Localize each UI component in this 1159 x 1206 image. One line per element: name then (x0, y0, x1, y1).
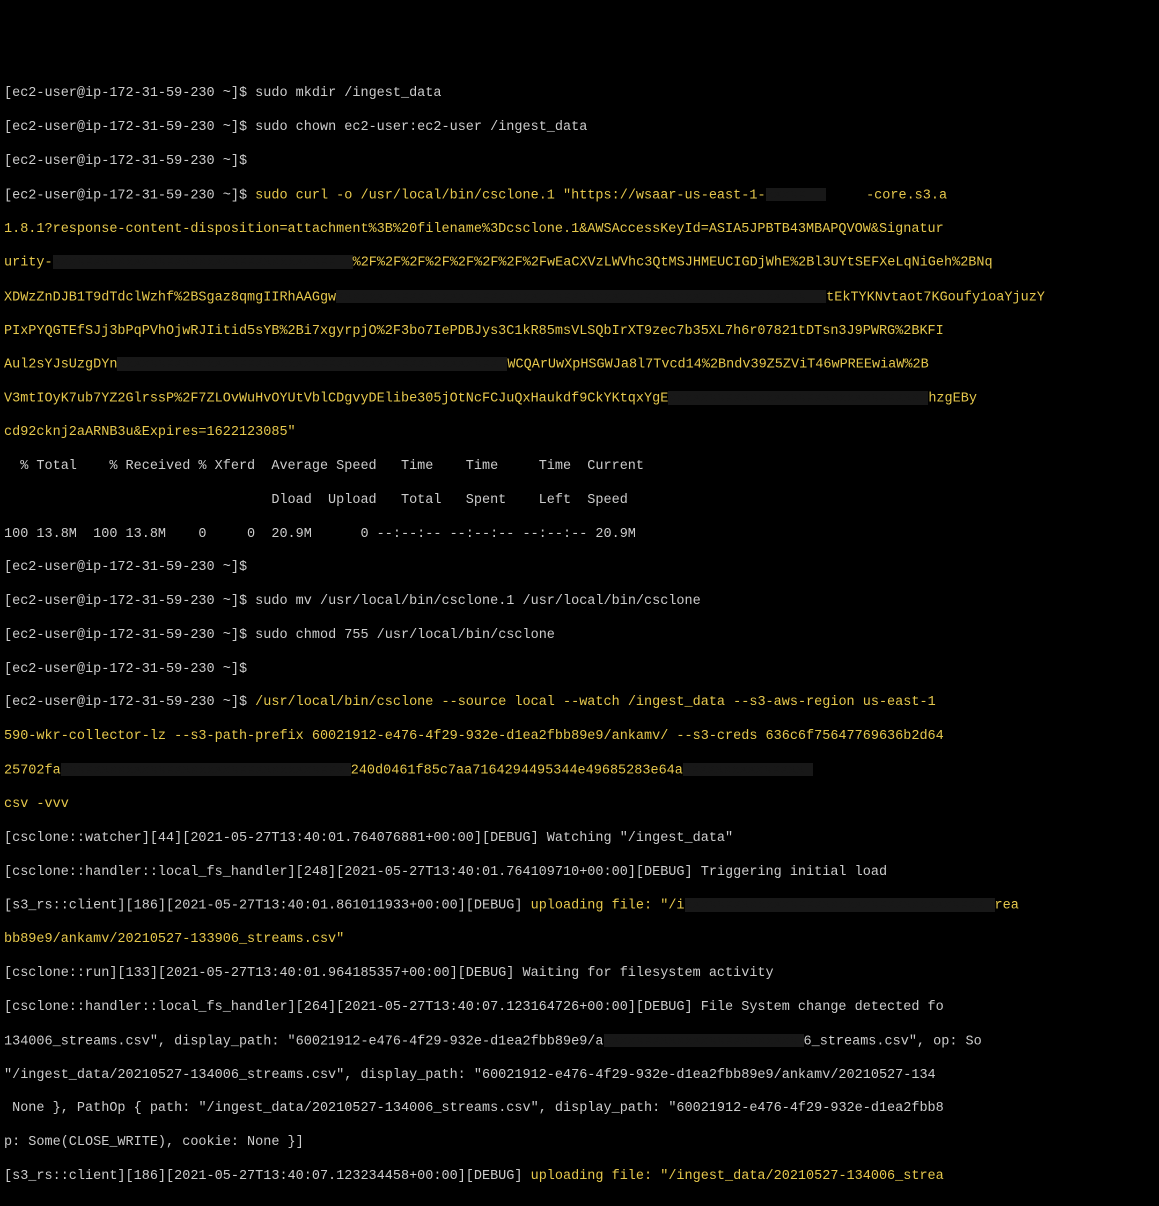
shell-prompt: [ec2-user@ip-172-31-59-230 ~]$ (4, 86, 247, 101)
cmd-chmod: sudo chmod 755 /usr/local/bin/csclone (255, 628, 555, 643)
log-upload1-b: uploading file: "/i (531, 899, 685, 914)
redacted-text: xxxxxxxxxxxxxxxxxxxxxxxxxxxxxxx (668, 391, 928, 405)
log-pathop: None }, PathOp { path: "/ingest_data/202… (4, 1101, 1155, 1118)
log-close-write: p: Some(CLOSE_WRITE), cookie: None }] (4, 1135, 1155, 1152)
shell-prompt: [ec2-user@ip-172-31-59-230 ~]$ (4, 662, 247, 677)
cmd-curl-line8: cd92cknj2aARNB3u&Expires=1622123085" (4, 425, 296, 440)
redacted-text: xxxxxxxxxxxxxxx (683, 763, 813, 777)
shell-prompt: [ec2-user@ip-172-31-59-230 ~]$ (4, 594, 247, 609)
log-ingest-path: "/ingest_data/20210527-134006_streams.cs… (4, 1068, 1155, 1085)
cmd-curl-line5: PIxPYQGTEfSJj3bPqPVhOjwRJIitid5sYB%2Bi7x… (4, 324, 944, 339)
redacted-text: xxxxxxxxxxxxxxxxxxxxxxxxxxxxxxxxxxx (61, 763, 351, 777)
cmd-curl-line6a: Aul2sYJsUzgDYn (4, 358, 117, 373)
shell-prompt: [ec2-user@ip-172-31-59-230 ~]$ (4, 560, 247, 575)
cmd-curl-line3b: %2F%2F%2F%2F%2F%2F%2F%2FwEaCXVzLWVhc3QtM… (353, 256, 993, 271)
cmd-csclone-c1: 25702fa (4, 763, 61, 778)
log-upload1-a: [s3_rs::client][186][2021-05-27T13:40:01… (4, 899, 531, 914)
shell-prompt: [ec2-user@ip-172-31-59-230 ~]$ (4, 188, 247, 203)
redacted-text: xxxxxxxxxxxxxxxxxxxxxxxx (604, 1034, 804, 1048)
terminal-output[interactable]: [ec2-user@ip-172-31-59-230 ~]$ sudo mkdi… (4, 70, 1155, 1203)
cmd-curl-line7b: hzgEBy (928, 392, 977, 407)
curl-stats-row: 100 13.8M 100 13.8M 0 0 20.9M 0 --:--:--… (4, 527, 1155, 544)
shell-prompt: [ec2-user@ip-172-31-59-230 ~]$ (4, 120, 247, 135)
cmd-curl-line2: 1.8.1?response-content-disposition=attac… (4, 222, 944, 237)
log-trigger-load: [csclone::handler::local_fs_handler][248… (4, 865, 1155, 882)
cmd-curl-line7a: V3mtIOyK7ub7YZ2GlrssP%2F7ZLOvWuHvOYUtVbl… (4, 392, 668, 407)
cmd-curl-line4a: XDWzZnDJB1T9dTdclWzhf%2BSgaz8qmgIIRhAAGg… (4, 290, 336, 305)
cmd-curl-line3a: urity- (4, 256, 53, 271)
log-upload2-a: [s3_rs::client][186][2021-05-27T13:40:07… (4, 1169, 531, 1184)
cmd-csclone-c2: 240d0461f85c7aa7164294495344e49685283e64… (351, 763, 683, 778)
cmd-csclone-d: csv -vvv (4, 797, 69, 812)
log-watching: [csclone::watcher][44][2021-05-27T13:40:… (4, 831, 1155, 848)
log-upload2-b: uploading file: "/ingest_data/20210527-1… (531, 1169, 944, 1184)
log-fs-change: [csclone::handler::local_fs_handler][264… (4, 1000, 1155, 1017)
redacted-text: xxxxxxxxxxxxxxxxxxxxxxxxxxxxxxxxxxx (53, 255, 353, 269)
redacted-text: xxxxx (766, 188, 826, 202)
redacted-text: xxxxxxxxxxxxxxxxxxxxxxxxxxxxxxxxxxxxx (685, 898, 995, 912)
redacted-text: xxxxxxxxxxxxxxxxxxxxxxxxxxxxxxxxxxxxxxxx… (336, 290, 826, 304)
log-waiting: [csclone::run][133][2021-05-27T13:40:01.… (4, 966, 1155, 983)
log-upload1-d: bb89e9/ankamv/20210527-133906_streams.cs… (4, 932, 344, 947)
cmd-csclone-b: 590-wkr-collector-lz --s3-path-prefix 60… (4, 729, 944, 744)
shell-prompt: [ec2-user@ip-172-31-59-230 ~]$ (4, 695, 247, 710)
curl-stats-header2: Dload Upload Total Spent Left Speed (4, 493, 1155, 510)
redacted-text: xxxxxxxxxxxxxxxxxxxxxxxxxxxxxxxxxxxxxxxx… (117, 357, 507, 371)
cmd-mkdir: sudo mkdir /ingest_data (255, 86, 441, 101)
shell-prompt: [ec2-user@ip-172-31-59-230 ~]$ (4, 628, 247, 643)
curl-stats-header: % Total % Received % Xferd Average Speed… (4, 459, 1155, 476)
cmd-mv: sudo mv /usr/local/bin/csclone.1 /usr/lo… (255, 594, 701, 609)
cmd-curl-line4b: tEkTYKNvtaot7KGoufy1oaYjuzY (826, 290, 1045, 305)
cmd-curl-part1: sudo curl -o /usr/local/bin/csclone.1 "h… (255, 188, 765, 203)
log-display-path-b: 6_streams.csv", op: So (804, 1034, 982, 1049)
log-upload1-c: rea (995, 899, 1019, 914)
cmd-curl-line6b: WCQArUwXpHSGWJa8l7Tvcd14%2Bndv39Z5ZViT46… (507, 358, 928, 373)
shell-prompt: [ec2-user@ip-172-31-59-230 ~]$ (4, 154, 247, 169)
cmd-curl-part2: -core.s3.a (866, 188, 947, 203)
cmd-chown: sudo chown ec2-user:ec2-user /ingest_dat… (255, 120, 587, 135)
cmd-csclone-a: /usr/local/bin/csclone --source local --… (255, 695, 936, 710)
log-display-path-a: 134006_streams.csv", display_path: "6002… (4, 1034, 604, 1049)
